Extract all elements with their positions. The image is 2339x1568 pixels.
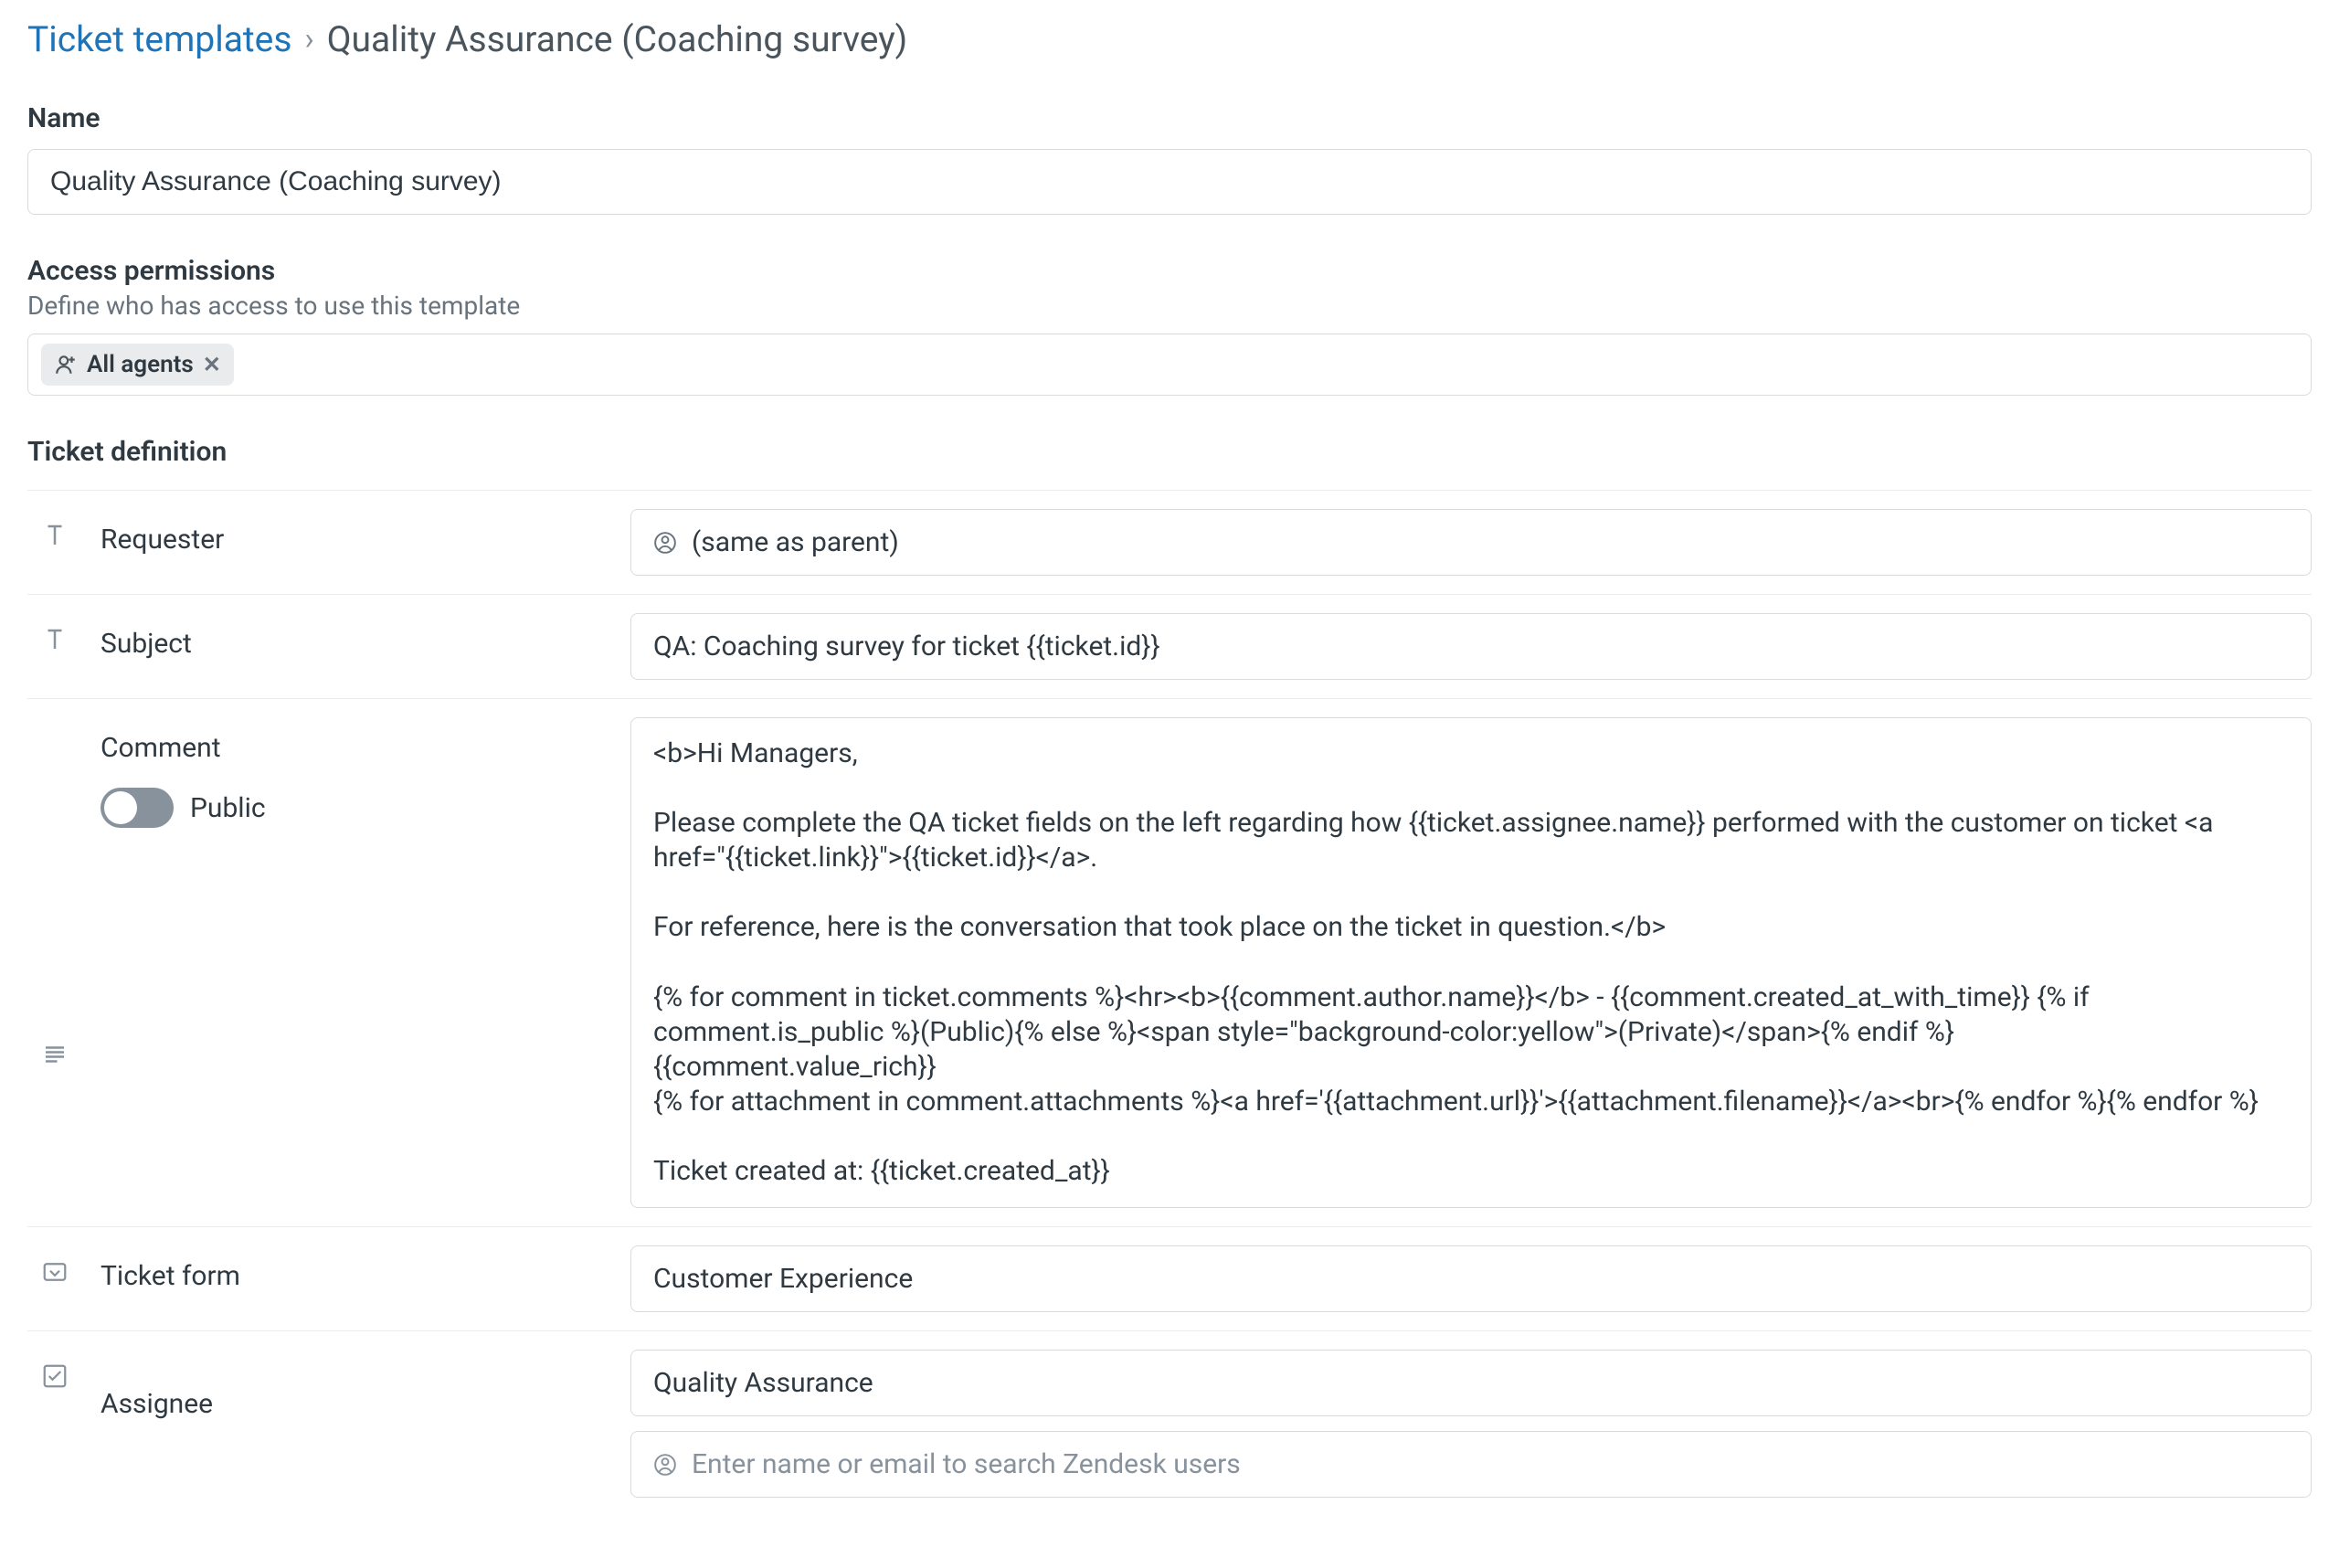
ticket-form-value: Customer Experience xyxy=(653,1263,913,1295)
requester-value: (same as parent) xyxy=(692,526,899,558)
assignee-row: Assignee Quality Assurance Enter name or… xyxy=(27,1330,2312,1516)
subject-input[interactable]: QA: Coaching survey for ticket {{ticket.… xyxy=(630,613,2312,680)
access-chip-all-agents[interactable]: All agents ✕ xyxy=(41,344,234,386)
ticket-form-select[interactable]: Customer Experience xyxy=(630,1245,2312,1312)
person-icon xyxy=(653,1453,677,1477)
subject-label: Subject xyxy=(101,613,612,680)
dropdown-icon xyxy=(27,1245,82,1312)
ticket-form-row: Ticket form Customer Experience xyxy=(27,1226,2312,1330)
requester-input[interactable]: (same as parent) xyxy=(630,509,2312,576)
public-toggle[interactable] xyxy=(101,788,174,828)
assignee-group-value: Quality Assurance xyxy=(653,1367,873,1399)
access-chip-label: All agents xyxy=(87,351,194,378)
name-section: Name xyxy=(27,102,2312,215)
public-toggle-label: Public xyxy=(190,792,266,824)
ticket-form-label: Ticket form xyxy=(101,1245,612,1312)
person-icon xyxy=(653,531,677,555)
requester-row: Requester (same as parent) xyxy=(27,490,2312,594)
assignee-group-select[interactable]: Quality Assurance xyxy=(630,1350,2312,1416)
assignee-label: Assignee xyxy=(101,1350,612,1498)
assignee-user-placeholder: Enter name or email to search Zendesk us… xyxy=(692,1448,1241,1480)
breadcrumb: Ticket templates › Quality Assurance (Co… xyxy=(27,18,2312,60)
access-chip-container[interactable]: All agents ✕ xyxy=(27,334,2312,396)
breadcrumb-current: Quality Assurance (Coaching survey) xyxy=(327,18,908,60)
user-plus-icon xyxy=(54,353,78,376)
comment-row: Comment Public <b>Hi Managers, Please co… xyxy=(27,698,2312,1226)
checkbox-icon xyxy=(27,1350,82,1498)
name-label: Name xyxy=(27,102,2312,134)
public-toggle-row: Public xyxy=(101,788,612,828)
comment-label-col: Comment Public xyxy=(101,717,612,1208)
chevron-right-icon: › xyxy=(304,21,313,58)
comment-textarea[interactable]: <b>Hi Managers, Please complete the QA t… xyxy=(630,717,2312,1208)
assignee-user-input[interactable]: Enter name or email to search Zendesk us… xyxy=(630,1431,2312,1498)
subject-value: QA: Coaching survey for ticket {{ticket.… xyxy=(653,630,1160,662)
breadcrumb-root-link[interactable]: Ticket templates xyxy=(27,18,291,60)
access-label: Access permissions xyxy=(27,255,2312,287)
multiline-icon xyxy=(27,717,82,1208)
text-field-icon xyxy=(27,613,82,680)
requester-label: Requester xyxy=(101,509,612,576)
subject-row: Subject QA: Coaching survey for ticket {… xyxy=(27,594,2312,698)
access-section: Access permissions Define who has access… xyxy=(27,255,2312,396)
text-field-icon xyxy=(27,509,82,576)
close-icon[interactable]: ✕ xyxy=(203,352,221,377)
name-input[interactable] xyxy=(27,149,2312,215)
toggle-knob xyxy=(104,791,137,824)
comment-label: Comment xyxy=(101,732,612,764)
access-sublabel: Define who has access to use this templa… xyxy=(27,291,2312,321)
ticket-definition-label: Ticket definition xyxy=(27,436,2312,468)
